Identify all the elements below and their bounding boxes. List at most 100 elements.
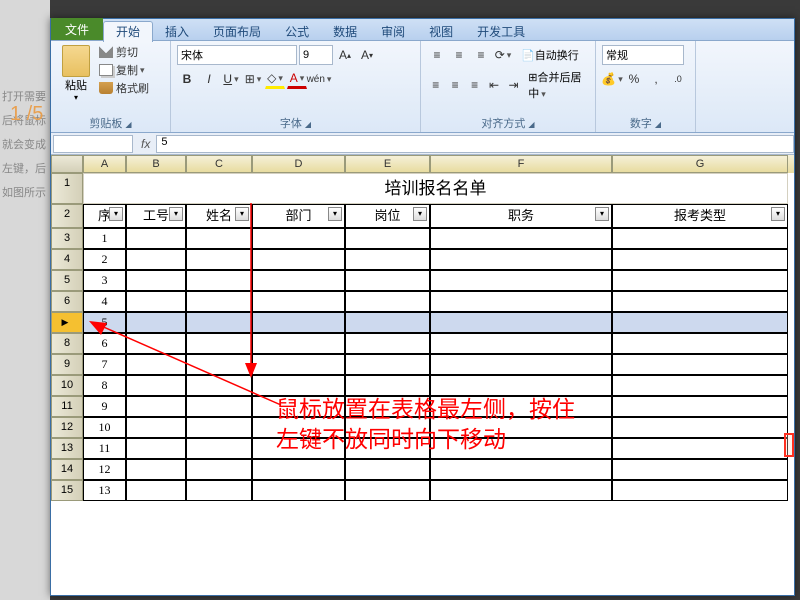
- cell[interactable]: 序▾: [83, 204, 126, 228]
- filter-icon[interactable]: ▾: [169, 207, 183, 221]
- cell[interactable]: [126, 333, 186, 354]
- row-header[interactable]: 9: [51, 354, 83, 375]
- tab-开发工具[interactable]: 开发工具: [465, 22, 537, 42]
- cell[interactable]: [345, 459, 430, 480]
- cell[interactable]: [612, 459, 788, 480]
- cell[interactable]: [430, 270, 612, 291]
- cell[interactable]: 8: [83, 375, 126, 396]
- cell[interactable]: [612, 333, 788, 354]
- cell[interactable]: 7: [83, 354, 126, 375]
- tab-插入[interactable]: 插入: [153, 22, 201, 42]
- cell[interactable]: [612, 270, 788, 291]
- cell[interactable]: [345, 375, 430, 396]
- row-header[interactable]: 15: [51, 480, 83, 501]
- tab-页面布局[interactable]: 页面布局: [201, 22, 273, 42]
- filter-icon[interactable]: ▾: [595, 207, 609, 221]
- cell[interactable]: [126, 354, 186, 375]
- cell[interactable]: [186, 438, 252, 459]
- cell[interactable]: [430, 312, 612, 333]
- comma-icon[interactable]: ,: [646, 69, 666, 89]
- col-header-B[interactable]: B: [126, 155, 186, 173]
- fx-icon[interactable]: fx: [141, 137, 150, 151]
- filter-icon[interactable]: ▾: [235, 207, 249, 221]
- cell[interactable]: [612, 417, 788, 438]
- paste-button[interactable]: 粘贴 ▾: [57, 43, 95, 115]
- row-header[interactable]: 4: [51, 249, 83, 270]
- tab-视图[interactable]: 视图: [417, 22, 465, 42]
- cell[interactable]: [126, 396, 186, 417]
- formula-input[interactable]: 5: [156, 135, 794, 153]
- cell[interactable]: [126, 249, 186, 270]
- cell[interactable]: [430, 333, 612, 354]
- row-header[interactable]: 13: [51, 438, 83, 459]
- cell[interactable]: [345, 291, 430, 312]
- cell[interactable]: 6: [83, 333, 126, 354]
- cell[interactable]: 2: [83, 249, 126, 270]
- cell[interactable]: [186, 480, 252, 501]
- row-header[interactable]: 12: [51, 417, 83, 438]
- number-format-select[interactable]: [602, 45, 684, 65]
- cell[interactable]: 报考类型▾: [612, 204, 788, 228]
- cell[interactable]: [186, 333, 252, 354]
- cell[interactable]: [252, 459, 345, 480]
- cell[interactable]: 13: [83, 480, 126, 501]
- cell[interactable]: [186, 228, 252, 249]
- fill-color-button[interactable]: ◇: [265, 69, 285, 89]
- tab-公式[interactable]: 公式: [273, 22, 321, 42]
- cell[interactable]: [345, 354, 430, 375]
- filter-icon[interactable]: ▾: [413, 207, 427, 221]
- cell[interactable]: [252, 291, 345, 312]
- row-header[interactable]: 3: [51, 228, 83, 249]
- cell[interactable]: [252, 354, 345, 375]
- cell[interactable]: [126, 438, 186, 459]
- row-header[interactable]: 11: [51, 396, 83, 417]
- cell[interactable]: [430, 396, 612, 417]
- increase-font-icon[interactable]: A▴: [335, 45, 355, 65]
- cell[interactable]: [612, 375, 788, 396]
- cell[interactable]: 职务▾: [430, 204, 612, 228]
- cell[interactable]: [612, 480, 788, 501]
- cell[interactable]: [126, 270, 186, 291]
- inc-decimal-icon[interactable]: .0: [668, 69, 688, 89]
- col-header-C[interactable]: C: [186, 155, 252, 173]
- tab-审阅[interactable]: 审阅: [369, 22, 417, 42]
- font-size-select[interactable]: [299, 45, 333, 65]
- cell[interactable]: [430, 417, 612, 438]
- row-header[interactable]: 2: [51, 204, 83, 228]
- italic-button[interactable]: I: [199, 69, 219, 89]
- cell[interactable]: 部门▾: [252, 204, 345, 228]
- cell[interactable]: [252, 333, 345, 354]
- cell[interactable]: [252, 249, 345, 270]
- cell[interactable]: [186, 354, 252, 375]
- align-right-icon[interactable]: ≡: [466, 75, 483, 95]
- cell[interactable]: 姓名▾: [186, 204, 252, 228]
- merge-button[interactable]: ⊞合并后居中: [528, 69, 589, 101]
- cell[interactable]: [345, 396, 430, 417]
- cell[interactable]: 4: [83, 291, 126, 312]
- copy-button[interactable]: 复制: [99, 61, 149, 79]
- align-bottom-icon[interactable]: ≡: [471, 45, 491, 65]
- file-tab[interactable]: 文件: [51, 18, 103, 40]
- spreadsheet-grid[interactable]: ABCDEFG 1培训报名名单2序▾工号▾姓名▾部门▾岗位▾职务▾报考类型▾31…: [51, 155, 794, 595]
- row-header[interactable]: 8: [51, 333, 83, 354]
- select-all-corner[interactable]: [51, 155, 83, 173]
- cell[interactable]: [186, 312, 252, 333]
- cell[interactable]: [252, 312, 345, 333]
- cell[interactable]: [252, 375, 345, 396]
- cell[interactable]: [430, 375, 612, 396]
- cell[interactable]: [126, 228, 186, 249]
- cell[interactable]: [345, 480, 430, 501]
- row-header[interactable]: [51, 312, 83, 333]
- cell[interactable]: [345, 270, 430, 291]
- format-painter-button[interactable]: 格式刷: [99, 79, 149, 97]
- row-header[interactable]: 10: [51, 375, 83, 396]
- align-top-icon[interactable]: ≡: [427, 45, 447, 65]
- cell[interactable]: [252, 396, 345, 417]
- tab-开始[interactable]: 开始: [103, 21, 153, 42]
- phonetic-button[interactable]: wén: [309, 69, 329, 89]
- cell[interactable]: 3: [83, 270, 126, 291]
- indent-dec-icon[interactable]: ⇤: [485, 75, 502, 95]
- row-header[interactable]: 5: [51, 270, 83, 291]
- cell[interactable]: [186, 417, 252, 438]
- align-middle-icon[interactable]: ≡: [449, 45, 469, 65]
